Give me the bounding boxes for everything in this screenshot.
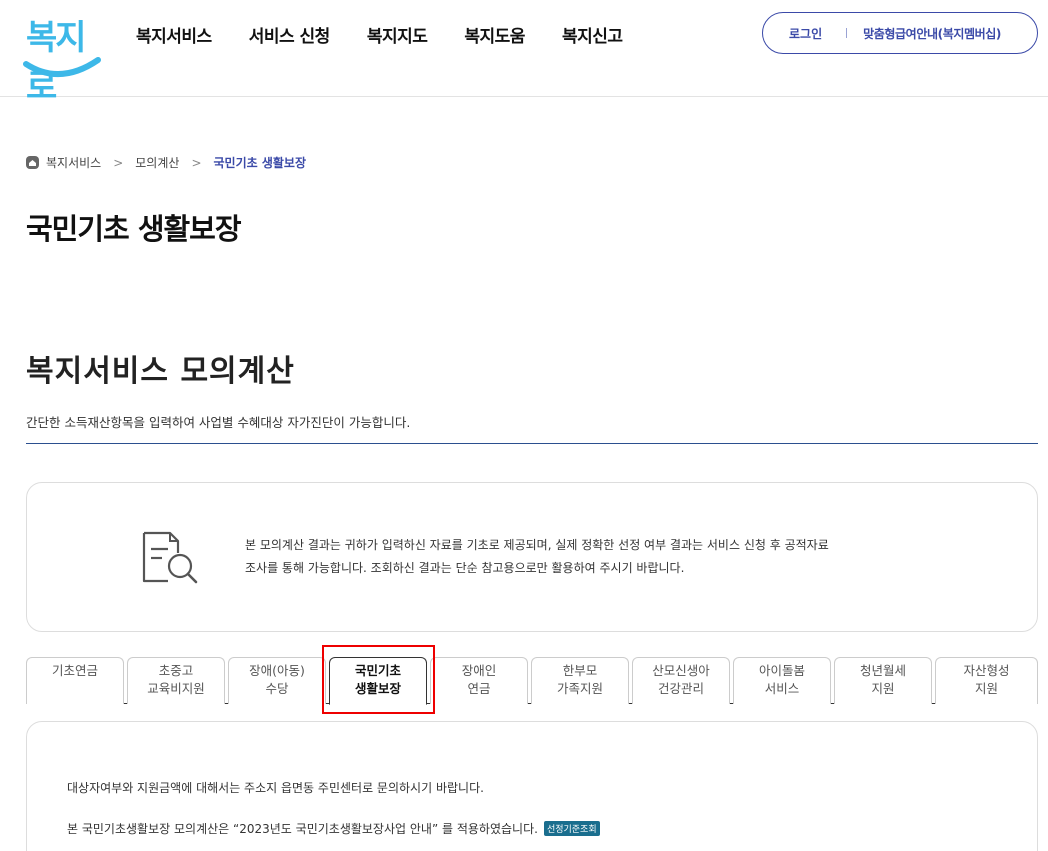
breadcrumb-item-welfare[interactable]: 복지서비스 [46, 154, 101, 171]
tab-label: 건강관리 [657, 681, 704, 696]
nav-welfare-help[interactable]: 복지도움 [464, 22, 525, 47]
tab-basic-livelihood[interactable]: 국민기초 생활보장 [329, 657, 427, 705]
tab-label: 장애인 [461, 663, 497, 678]
nav-welfare-service[interactable]: 복지서비스 [136, 22, 212, 47]
tab-label: 지원 [974, 681, 998, 696]
tab-label: 기초연금 [51, 663, 98, 678]
breadcrumb: 복지서비스 > 모의계산 > 국민기초 생활보장 [26, 154, 306, 171]
home-icon[interactable] [26, 156, 39, 169]
tab-label: 한부모 [562, 663, 598, 678]
nav-welfare-map[interactable]: 복지지도 [367, 22, 428, 47]
tab-label: 국민기초 [354, 663, 401, 678]
notice-box: 본 모의계산 결과는 귀하가 입력하신 자료를 기초로 제공되며, 실제 정확한… [26, 482, 1038, 632]
tab-label: 산모신생아 [652, 663, 710, 678]
breadcrumb-chevron-icon: > [191, 155, 202, 170]
tab-label: 초중고 [158, 663, 194, 678]
tab-label: 청년월세 [859, 663, 906, 678]
content-line-2-text: 본 국민기초생활보장 모의계산은 “2023년도 국민기초생활보장사업 안내” … [67, 822, 538, 836]
page-title: 국민기초 생활보장 [26, 212, 242, 246]
tab-label: 서비스 [764, 681, 800, 696]
tab-maternal-newborn[interactable]: 산모신생아 건강관리 [632, 657, 730, 704]
tab-single-parent[interactable]: 한부모 가족지원 [531, 657, 629, 704]
tab-education-support[interactable]: 초중고 교육비지원 [127, 657, 225, 704]
notice-text: 본 모의계산 결과는 귀하가 입력하신 자료를 기초로 제공되며, 실제 정확한… [245, 534, 925, 580]
util-divider [846, 28, 848, 38]
tab-label: 아이돌봄 [758, 663, 805, 678]
logo[interactable]: 복지로 [22, 8, 102, 107]
tab-label: 자산형성 [963, 663, 1010, 678]
header: 복지로 복지서비스 서비스 신청 복지지도 복지도움 복지신고 로그인 맞춤형급… [0, 0, 1048, 107]
tab-label: 수당 [265, 681, 289, 696]
content-box: 대상자여부와 지원금액에 대해서는 주소지 읍면동 주민센터로 문의하시기 바랍… [26, 721, 1038, 851]
nav-welfare-report[interactable]: 복지신고 [562, 22, 623, 47]
breadcrumb-item-simulation[interactable]: 모의계산 [135, 154, 179, 171]
nav-service-apply[interactable]: 서비스 신청 [249, 22, 331, 47]
content-line-1: 대상자여부와 지원금액에 대해서는 주소지 읍면동 주민센터로 문의하시기 바랍… [67, 781, 484, 795]
tab-label: 생활보장 [354, 681, 401, 696]
util-box: 로그인 맞춤형급여안내(복지멤버십) [762, 12, 1038, 54]
tab-youth-rent[interactable]: 청년월세 지원 [834, 657, 932, 704]
document-search-icon [142, 531, 198, 584]
criteria-lookup-button[interactable]: 선정기준조회 [543, 821, 600, 836]
tab-bar: 기초연금 초중고 교육비지원 장애(아동) 수당 국민기초 생활보장 장애인 연… [26, 657, 1038, 705]
tab-label: 장애(아동) [249, 663, 305, 678]
breadcrumb-current: 국민기초 생활보장 [213, 156, 307, 170]
tab-basic-pension[interactable]: 기초연금 [26, 657, 124, 704]
breadcrumb-chevron-icon: > [113, 155, 124, 170]
membership-link[interactable]: 맞춤형급여안내(복지멤버십) [863, 25, 1001, 42]
content-line-2: 본 국민기초생활보장 모의계산은 “2023년도 국민기초생활보장사업 안내” … [67, 820, 600, 837]
notice-line-2: 조사를 통해 가능합니다. 조회하신 결과는 단순 참고용으로만 활용하여 주시… [245, 561, 685, 575]
tab-disability-pension[interactable]: 장애인 연금 [430, 657, 528, 704]
tab-label: 가족지원 [556, 681, 603, 696]
main-nav: 복지서비스 서비스 신청 복지지도 복지도움 복지신고 [136, 22, 660, 47]
section-description: 간단한 소득재산항목을 입력하여 사업별 수혜대상 자가진단이 가능합니다. [26, 415, 411, 430]
tab-childcare-service[interactable]: 아이돌봄 서비스 [733, 657, 831, 704]
section-title: 복지서비스 모의계산 [26, 354, 295, 389]
tab-label: 지원 [871, 681, 895, 696]
login-link[interactable]: 로그인 [789, 25, 822, 42]
logo-smile-icon [23, 57, 101, 77]
tab-label: 연금 [467, 681, 491, 696]
tab-asset-building[interactable]: 자산형성 지원 [935, 657, 1038, 704]
section-divider [26, 443, 1038, 444]
tab-label: 교육비지원 [147, 681, 205, 696]
notice-line-1: 본 모의계산 결과는 귀하가 입력하신 자료를 기초로 제공되며, 실제 정확한… [245, 538, 829, 552]
tab-disability-child-allowance[interactable]: 장애(아동) 수당 [228, 657, 326, 704]
